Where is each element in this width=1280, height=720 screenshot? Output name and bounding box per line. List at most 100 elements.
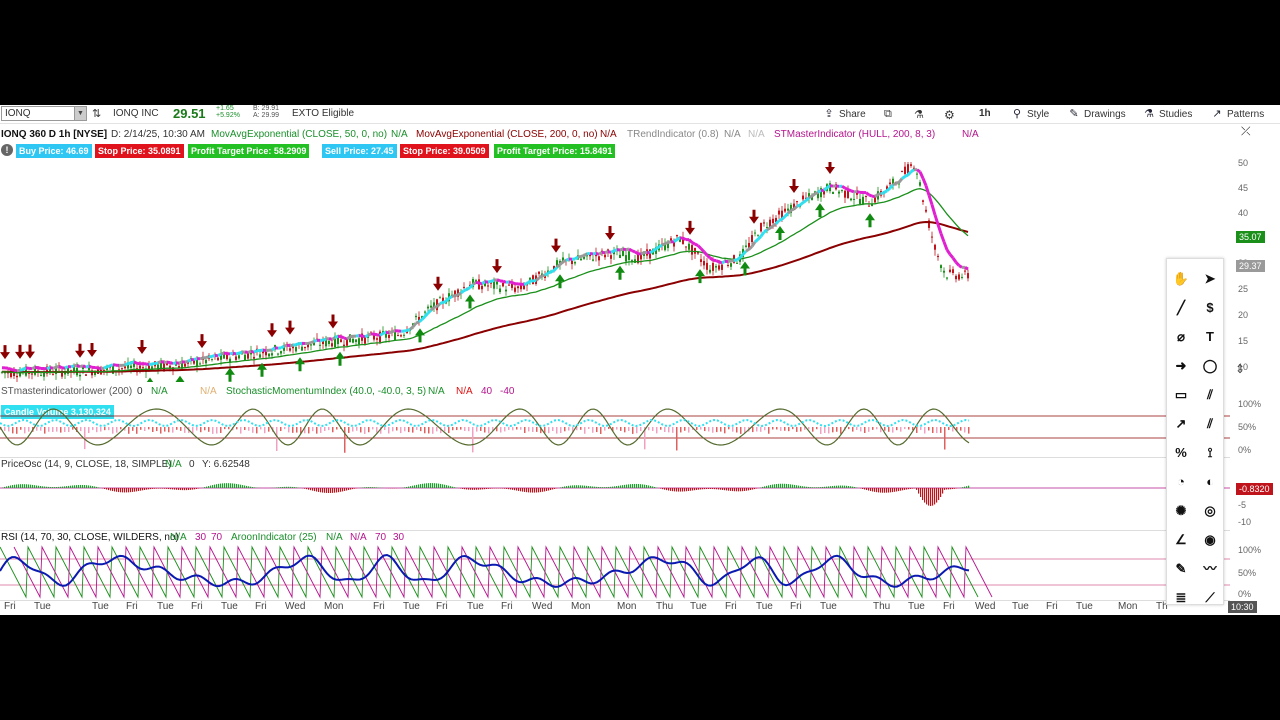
priceosc-bar: [68, 485, 70, 488]
ray-icon[interactable]: ↗: [1169, 412, 1193, 436]
flask-icon[interactable]: ⚗: [914, 108, 924, 121]
percent-icon[interactable]: %: [1169, 441, 1193, 465]
hull-segment: [184, 359, 189, 364]
fib-arc-icon[interactable]: ◐: [1198, 470, 1222, 494]
fan-icon[interactable]: ⟋: [1198, 586, 1222, 610]
pointer-icon[interactable]: ➤: [1198, 267, 1222, 291]
priceosc-bar: [484, 488, 486, 490]
priceosc-bar: [332, 488, 334, 493]
priceosc-bar: [122, 488, 124, 493]
hull-segment: [730, 258, 735, 263]
hand-icon[interactable]: ✋: [1169, 267, 1193, 291]
info-icon[interactable]: !: [1, 144, 13, 156]
list-icon[interactable]: ≣: [1169, 586, 1193, 610]
priceosc-bar: [64, 486, 66, 488]
trend-label[interactable]: TRendIndicator (0.8): [627, 129, 719, 140]
stmaster-label[interactable]: STMasterIndicator (HULL, 200, 8, 3): [774, 129, 935, 140]
hull-segment: [562, 258, 567, 264]
studies-button[interactable]: ⚗ Studies: [1143, 108, 1192, 120]
volume-bar: [708, 427, 710, 432]
gann-icon[interactable]: ⟟: [1198, 441, 1222, 465]
price-axis[interactable]: 50 45 40 30 25 20 15 10 35.07 29.37: [1230, 145, 1280, 385]
priceosc-zero: 0: [189, 459, 195, 470]
ellipse-icon[interactable]: ◯: [1198, 354, 1222, 378]
line-icon[interactable]: ╱: [1169, 296, 1193, 320]
rectangle-icon[interactable]: ▭: [1169, 383, 1193, 407]
spiral-icon[interactable]: ✺: [1169, 499, 1193, 523]
price-chart[interactable]: [0, 162, 1230, 382]
priceosc-bar: [252, 487, 254, 488]
wave-icon[interactable]: 〰: [1198, 557, 1222, 581]
ma50-label[interactable]: MovAvgExponential (CLOSE, 50, 0, no): [211, 129, 387, 140]
detach-icon[interactable]: ⧉: [884, 108, 892, 121]
time-axis[interactable]: Fri Tue Tue Fri Tue Fri Tue Fri Wed Mon Fri Tue Fri T…: [0, 601, 1230, 615]
priceosc-label[interactable]: PriceOsc (14, 9, CLOSE, 18, SIMPLE): [1, 459, 172, 470]
priceosc-bar: [716, 488, 718, 490]
link-icon[interactable]: ⇅: [92, 107, 101, 120]
priceosc-bar: [966, 486, 968, 488]
hull-segment: [223, 351, 228, 356]
priceosc-bar: [436, 483, 438, 488]
arrow-icon[interactable]: ➜: [1169, 354, 1193, 378]
hull-segment: [292, 343, 297, 347]
share-button[interactable]: ⇪ Share: [823, 108, 865, 120]
gear-icon[interactable]: ⚙: [944, 108, 955, 122]
symbol-input[interactable]: IONQ ▼: [1, 106, 87, 121]
stmaster-lower-label[interactable]: STmasterindicatorlower (200): [1, 386, 132, 397]
target-icon[interactable]: ◉: [1198, 528, 1222, 552]
candle-body: [43, 372, 45, 377]
priceosc-bar: [204, 487, 206, 488]
candle-body: [385, 333, 387, 338]
hull-segment: [667, 240, 672, 244]
channel-icon[interactable]: ⫽: [1198, 383, 1222, 407]
priceosc-bar: [744, 488, 746, 491]
priceosc-bar: [754, 488, 756, 490]
scroll-handle-icon[interactable]: ⇕: [1235, 362, 1245, 376]
volume-bar: [320, 427, 322, 433]
priceosc-bar: [320, 488, 322, 493]
volume-bar: [716, 427, 718, 433]
priceosc-bar: [218, 483, 220, 488]
priceosc-bar: [814, 487, 816, 488]
ma200-label[interactable]: MovAvgExponential (CLOSE, 200, 0, no): [416, 129, 598, 140]
smi-label[interactable]: StochasticMomentumIndex (40.0, -40.0, 3,…: [226, 386, 426, 397]
parallel-icon[interactable]: ⫽: [1198, 412, 1222, 436]
candle-body: [217, 357, 219, 361]
text-icon[interactable]: T: [1198, 325, 1222, 349]
priceosc-bar: [62, 486, 64, 488]
hull-segment: [646, 250, 651, 255]
aroon-label[interactable]: AroonIndicator (25): [231, 532, 317, 543]
priceosc-bar: [142, 488, 144, 491]
price-level-icon[interactable]: $: [1198, 296, 1222, 320]
volume-bar: [12, 427, 14, 434]
style-button[interactable]: ⚲ Style: [1011, 108, 1049, 120]
smi-chart[interactable]: [0, 401, 1230, 453]
studies-icon: ⚗: [1144, 108, 1154, 120]
rsi-chart[interactable]: [0, 545, 1230, 600]
time-axis-label: Fri: [191, 601, 203, 612]
close-icon[interactable]: ⤫: [1241, 124, 1251, 139]
circle-icon[interactable]: ◎: [1198, 499, 1222, 523]
chevron-down-icon[interactable]: ▼: [74, 107, 86, 120]
fib-fan-icon[interactable]: ◔: [1169, 470, 1193, 494]
candle-body: [415, 315, 417, 318]
hull-segment: [454, 293, 459, 298]
rsi-label[interactable]: RSI (14, 70, 30, CLOSE, WILDERS, no): [1, 532, 179, 543]
priceosc-bar: [772, 484, 774, 488]
priceosc-bar: [220, 483, 222, 488]
drawings-button[interactable]: ✎ Drawings: [1068, 108, 1125, 120]
timeframe-button[interactable]: 1h: [979, 108, 991, 119]
priceosc-bar: [304, 488, 306, 489]
patterns-button[interactable]: ↗ Patterns: [1211, 108, 1264, 120]
priceosc-bar: [2, 487, 4, 488]
angle-icon[interactable]: ∠: [1169, 528, 1193, 552]
change-abs: +1.65: [216, 105, 234, 112]
pencil-icon[interactable]: ✎: [1169, 557, 1193, 581]
volume-bar: [132, 427, 134, 431]
fib-icon[interactable]: ⌀: [1169, 325, 1193, 349]
priceosc-bar: [244, 485, 246, 488]
priceosc-chart[interactable]: [0, 473, 1230, 528]
priceosc-bar: [730, 488, 732, 491]
candle-body: [301, 346, 303, 351]
volume-bar: [256, 427, 258, 434]
